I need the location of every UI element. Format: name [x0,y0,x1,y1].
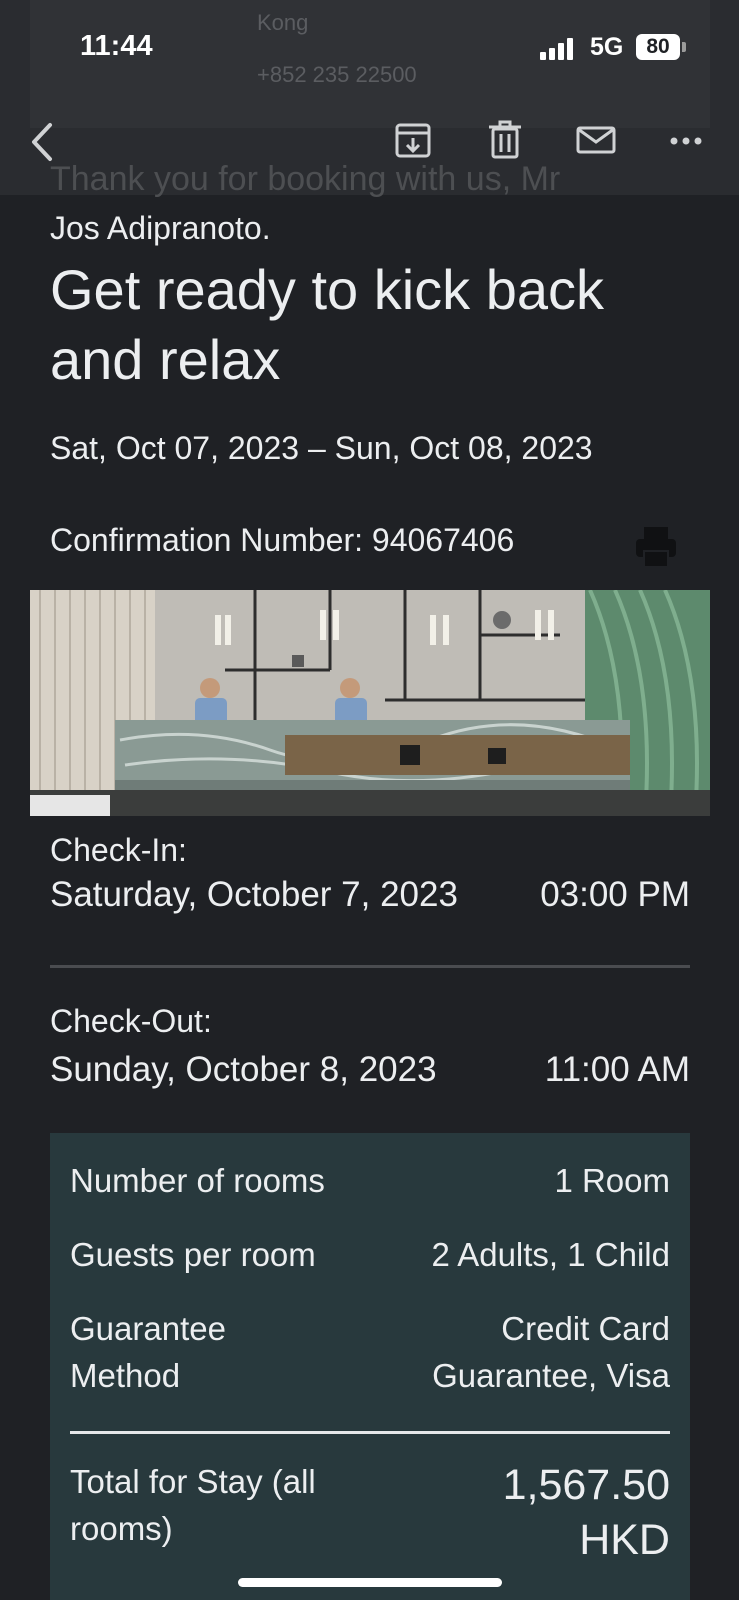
check-out-label: Check-Out: [50,1003,212,1039]
guests-value: 2 Adults, 1 Child [431,1236,670,1273]
printer-icon [636,527,676,568]
guarantee-value: Credit Card Guarantee, Visa [432,1310,670,1394]
guests-label: Guests per room [70,1236,316,1273]
stay-date-range: Sat, Oct 07, 2023 – Sun, Oct 08, 2023 [50,430,593,466]
ghost-address-line: Kong [257,10,309,35]
rooms-label: Number of rooms [70,1162,325,1199]
guests-row: Guests per room 2 Adults, 1 Child [70,1231,670,1278]
check-out-date: Sunday, October 8, 2023 [50,1050,437,1089]
trash-icon [489,120,521,159]
home-indicator[interactable] [238,1578,502,1587]
check-out-time: 11:00 AM [544,1050,690,1089]
network-type: 5G [590,33,624,61]
guarantee-row: Guarantee Method Credit Card Guarantee, … [70,1305,670,1399]
status-time: 11:44 [80,30,153,62]
divider [50,965,690,968]
check-in-date: Saturday, October 7, 2023 [50,875,458,914]
total-label: Total for Stay (all rooms) [70,1463,316,1547]
battery-icon: 80 [636,34,680,60]
delete-button[interactable] [485,120,525,160]
archive-button[interactable] [393,120,433,160]
total-value: 1,567.50 HKD [502,1461,670,1564]
archive-icon [395,123,431,158]
battery-tip [682,42,686,52]
print-button[interactable] [634,525,678,574]
greeting-name: Jos Adipranoto. [50,210,271,246]
hotel-lobby-photo [30,589,710,817]
chevron-left-icon [32,123,52,161]
check-in-time: 03:00 PM [540,875,690,914]
total-row: Total for Stay (all rooms) 1,567.50 HKD [70,1458,670,1568]
battery-level: 80 [646,35,670,58]
move-to-inbox-button[interactable] [576,120,616,160]
check-in-row: Saturday, October 7, 2023 03:00 PM [50,875,690,915]
thank-you-line: Thank you for booking with us, Mr [50,160,561,198]
scrolled-content-under-toolbar: Kong +852 235 22500 [30,0,710,128]
rooms-row: Number of rooms 1 Room [70,1157,670,1204]
total-divider [70,1431,670,1434]
booking-summary-card: Number of rooms 1 Room Guests per room 2… [50,1133,690,1600]
guarantee-label: Guarantee Method [70,1310,226,1394]
ghost-phone-line: +852 235 22500 [257,62,417,87]
confirmation-number: Confirmation Number: 94067406 [50,522,515,558]
check-out-row: Sunday, October 8, 2023 11:00 AM [50,1050,690,1090]
more-button[interactable] [666,120,706,160]
rooms-value: 1 Room [554,1162,670,1199]
mail-icon [576,126,616,154]
email-headline: Get ready to kick back and relax [50,258,605,391]
more-icon [670,137,702,145]
signal-icon [540,38,580,60]
check-in-label: Check-In: [50,832,187,868]
